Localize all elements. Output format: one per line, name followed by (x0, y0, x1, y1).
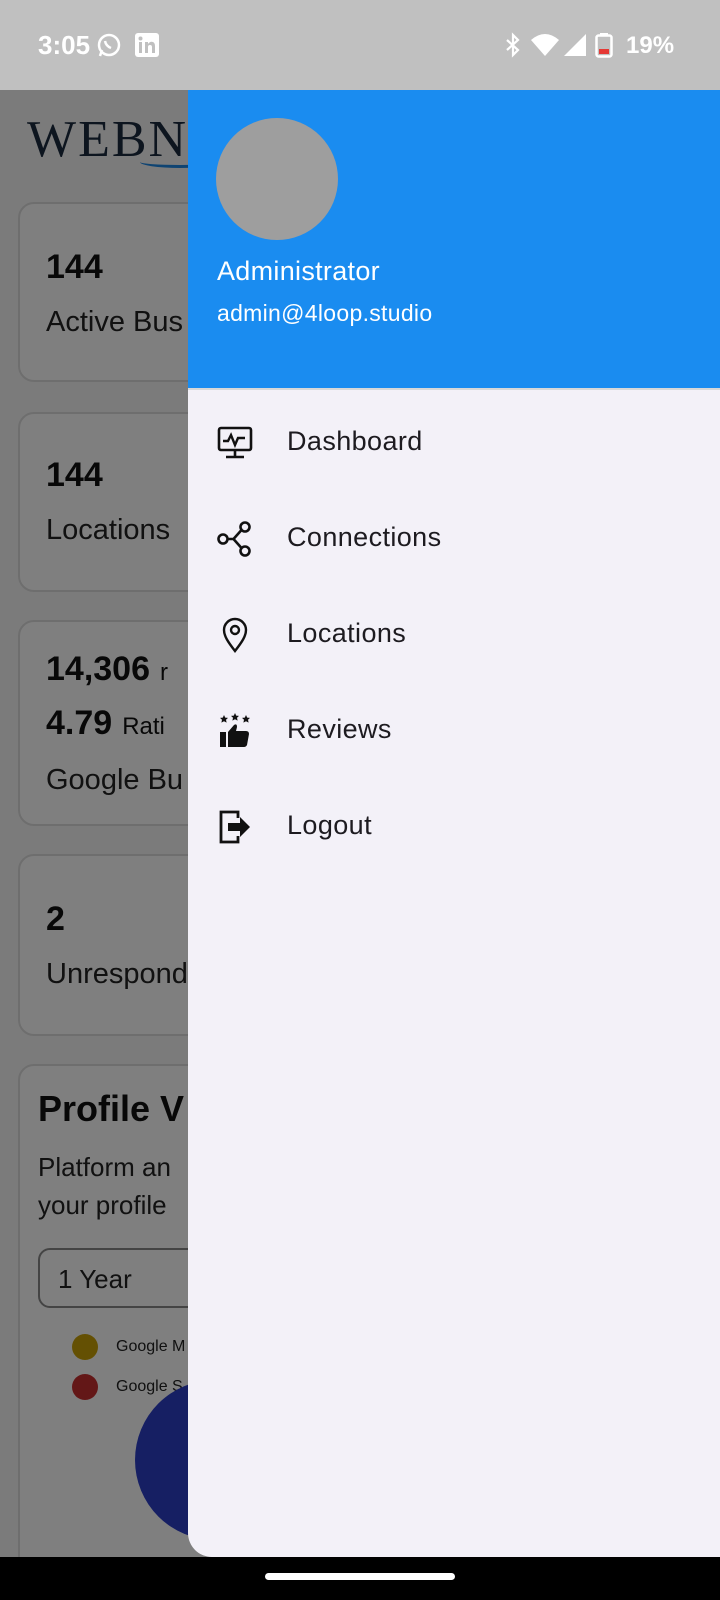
status-bar: 3:05 19% (0, 0, 720, 90)
linkedin-icon (135, 33, 159, 57)
map-pin-icon (222, 617, 248, 653)
user-name: Administrator (217, 256, 380, 286)
bluetooth-icon (506, 32, 520, 58)
menu-item-label: Logout (287, 810, 372, 840)
battery-percent: 19% (626, 32, 675, 59)
thumbs-up-stars-icon (220, 713, 250, 747)
menu-item-reviews[interactable]: Reviews (188, 682, 720, 780)
logout-icon (219, 810, 250, 844)
menu-item-locations[interactable]: Locations (188, 586, 720, 684)
menu-item-label: Reviews (287, 714, 392, 744)
menu-item-connections[interactable]: Connections (188, 490, 720, 588)
battery-icon (595, 33, 613, 58)
drawer-header: Administrator admin@4loop.studio (188, 90, 720, 390)
menu-item-label: Locations (287, 618, 407, 648)
status-time: 3:05 (38, 30, 91, 60)
home-gesture-pill[interactable] (265, 1573, 455, 1580)
wifi-icon (531, 34, 559, 56)
whatsapp-icon (97, 33, 121, 57)
cell-signal-icon (564, 34, 586, 56)
menu-item-logout[interactable]: Logout (188, 778, 720, 876)
share-nodes-icon (217, 521, 251, 557)
avatar[interactable] (216, 118, 338, 240)
menu-item-label: Dashboard (287, 426, 423, 456)
menu-item-dashboard[interactable]: Dashboard (188, 394, 720, 492)
navigation-drawer: Administrator admin@4loop.studio Dashboa… (188, 90, 720, 1557)
user-email: admin@4loop.studio (217, 300, 433, 326)
dashboard-monitor-icon (217, 426, 253, 459)
system-nav-bar (0, 1557, 720, 1600)
menu-item-label: Connections (287, 522, 442, 552)
